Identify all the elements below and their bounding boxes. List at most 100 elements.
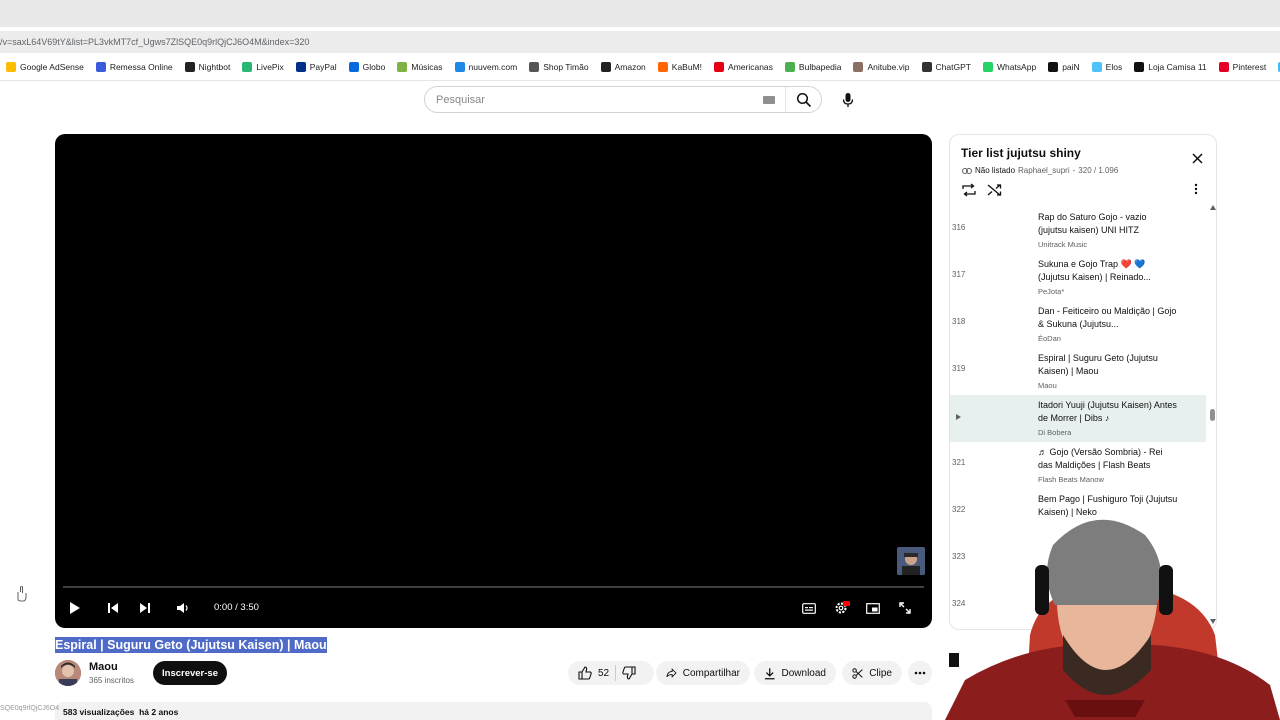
search-button[interactable] xyxy=(791,90,817,110)
url-text: /v=saxL64V69tY&list=PL3vkMT7cf_Ugws7ZlSQ… xyxy=(0,37,310,47)
clip-button[interactable]: Clipe xyxy=(842,661,902,685)
progress-bar[interactable] xyxy=(63,586,924,588)
bookmark-item[interactable]: Globo xyxy=(343,57,392,77)
like-divider xyxy=(615,665,617,681)
search-divider xyxy=(785,87,786,112)
mic-icon xyxy=(842,92,853,107)
voice-search-button[interactable] xyxy=(834,86,861,113)
playlist-item-index: 316 xyxy=(952,223,966,232)
bookmark-label: paiN xyxy=(1062,62,1080,72)
miniplayer-button[interactable] xyxy=(865,598,881,618)
volume-button[interactable] xyxy=(175,598,191,618)
bookmark-item[interactable]: Nightbot xyxy=(179,57,237,77)
share-icon xyxy=(666,668,677,678)
bookmark-item[interactable]: WhatsApp xyxy=(977,57,1042,77)
search-input[interactable] xyxy=(425,93,755,106)
download-button[interactable]: Download xyxy=(754,661,836,685)
mouse-cursor xyxy=(17,586,27,602)
playlist-item[interactable]: 318 Dan - Feiticeiro ou Maldição | Gojo &… xyxy=(950,301,1206,348)
bookmark-label: Anitube.vip xyxy=(867,62,910,72)
bookmark-favicon-icon xyxy=(1048,62,1059,72)
scroll-up-icon[interactable] xyxy=(1210,205,1216,210)
video-title: Espiral | Suguru Geto (Jujutsu Kaisen) |… xyxy=(55,637,327,653)
time-current: 0:00 xyxy=(214,602,233,613)
loop-button[interactable] xyxy=(961,182,977,198)
address-bar[interactable]: /v=saxL64V69tY&list=PL3vkMT7cf_Ugws7ZlSQ… xyxy=(0,31,1280,53)
keyboard-icon[interactable] xyxy=(763,96,775,104)
bookmark-item[interactable]: Anitube.vip xyxy=(847,57,915,77)
bookmark-label: Remessa Online xyxy=(109,62,173,72)
shuffle-button[interactable] xyxy=(987,182,1003,198)
like-dislike-group: 52 xyxy=(568,661,654,685)
channel-watermark[interactable] xyxy=(897,547,925,575)
channel-avatar[interactable] xyxy=(55,660,81,686)
subscriber-count: 365 inscritos xyxy=(89,676,134,685)
dislike-icon[interactable] xyxy=(622,666,636,680)
bookmark-favicon-icon xyxy=(921,62,932,72)
more-actions-button[interactable] xyxy=(908,661,932,685)
subscribe-button[interactable]: Inscrever-se xyxy=(153,661,227,685)
subtitles-icon xyxy=(802,602,816,614)
bookmark-item[interactable]: Músicas xyxy=(391,57,448,77)
bookmark-favicon-icon xyxy=(348,62,359,72)
previous-button[interactable] xyxy=(105,598,121,618)
playlist-owner[interactable]: Raphael_supri xyxy=(1018,166,1070,175)
bookmark-item[interactable]: Google AdSense xyxy=(0,57,90,77)
bookmark-item[interactable]: KaBuM! xyxy=(652,57,708,77)
play-button[interactable] xyxy=(67,598,83,618)
bookmark-item[interactable]: Americanas xyxy=(708,57,779,77)
bookmark-item[interactable]: Shop Timão xyxy=(523,57,594,77)
bookmark-item[interactable]: ChatGPT xyxy=(916,57,977,77)
bookmark-item[interactable]: Letterboxd xyxy=(1272,57,1280,77)
playlist-item[interactable]: 321 ♬ Gojo (Versão Sombria) - Rei das Mal… xyxy=(950,442,1206,489)
bookmark-item[interactable]: Loja Camisa 11 xyxy=(1128,57,1212,77)
bookmark-item[interactable]: LivePix xyxy=(236,57,289,77)
share-button[interactable]: Compartilhar xyxy=(656,661,750,685)
bookmark-item[interactable]: Elos xyxy=(1086,57,1129,77)
bookmark-favicon-icon xyxy=(784,62,795,72)
bookmark-item[interactable]: paiN xyxy=(1042,57,1085,77)
next-icon xyxy=(140,603,150,613)
scrollbar-thumb[interactable] xyxy=(1210,409,1215,421)
playlist-item[interactable]: 317 Sukuna e Gojo Trap ❤️ 💙 (Jujutsu Kais… xyxy=(950,254,1206,301)
playlist-item-channel: ÉoDan xyxy=(1038,334,1061,343)
playlist-item[interactable]: 316 Rap do Saturo Gojo - vazio (jujutsu k… xyxy=(950,207,1206,254)
settings-button[interactable] xyxy=(833,598,851,618)
playlist-item[interactable]: Itadori Yuuji (Jujutsu Kaisen) Antes de … xyxy=(950,395,1206,442)
bookmark-item[interactable]: Remessa Online xyxy=(90,57,179,77)
bookmark-favicon-icon xyxy=(397,62,408,72)
bookmark-favicon-icon xyxy=(714,62,725,72)
bookmark-item[interactable]: Pinterest xyxy=(1213,57,1273,77)
playlist-item-title: Rap do Saturo Gojo - vazio (jujutsu kais… xyxy=(1038,212,1147,235)
fullscreen-button[interactable] xyxy=(897,598,913,618)
link-icon xyxy=(962,167,972,174)
next-button[interactable] xyxy=(137,598,153,618)
channel-name[interactable]: Maou xyxy=(89,661,118,673)
like-icon[interactable] xyxy=(578,666,592,680)
bookmark-item[interactable]: nuuvem.com xyxy=(449,57,524,77)
subtitles-button[interactable] xyxy=(801,598,817,618)
bookmark-label: Shop Timão xyxy=(543,62,589,72)
playlist-item[interactable]: 319 Espiral | Suguru Geto (Jujutsu Kaisen… xyxy=(950,348,1206,395)
bookmark-favicon-icon xyxy=(853,62,864,72)
bookmark-label: Músicas xyxy=(411,62,443,72)
bookmark-label: nuuvem.com xyxy=(468,62,518,72)
playlist-item-channel: Flash Beats Manow xyxy=(1038,475,1104,484)
playlist-more-button[interactable] xyxy=(1194,182,1204,198)
bookmark-favicon-icon xyxy=(1134,62,1145,72)
description-box[interactable]: 583 visualizações há 2 anos xyxy=(55,702,932,720)
header-divider xyxy=(0,80,1280,81)
more-vertical-icon xyxy=(1194,183,1198,195)
bookmark-item[interactable]: PayPal xyxy=(290,57,343,77)
playlist-title[interactable]: Tier list jujutsu shiny xyxy=(961,146,1081,160)
playlist-item-channel: Unitrack Music xyxy=(1038,240,1088,249)
video-player[interactable]: 0:00 / 3:50 xyxy=(55,134,932,628)
bookmark-favicon-icon xyxy=(6,62,16,72)
bookmark-label: Globo xyxy=(362,62,386,72)
playlist-item-title: Itadori Yuuji (Jujutsu Kaisen) Antes de … xyxy=(1038,400,1177,423)
close-playlist-button[interactable] xyxy=(1190,151,1204,165)
bookmark-item[interactable]: Amazon xyxy=(595,57,652,77)
bookmark-item[interactable]: Bulbapedia xyxy=(779,57,848,77)
download-icon xyxy=(764,667,775,679)
playlist-item-index: 319 xyxy=(952,364,966,373)
